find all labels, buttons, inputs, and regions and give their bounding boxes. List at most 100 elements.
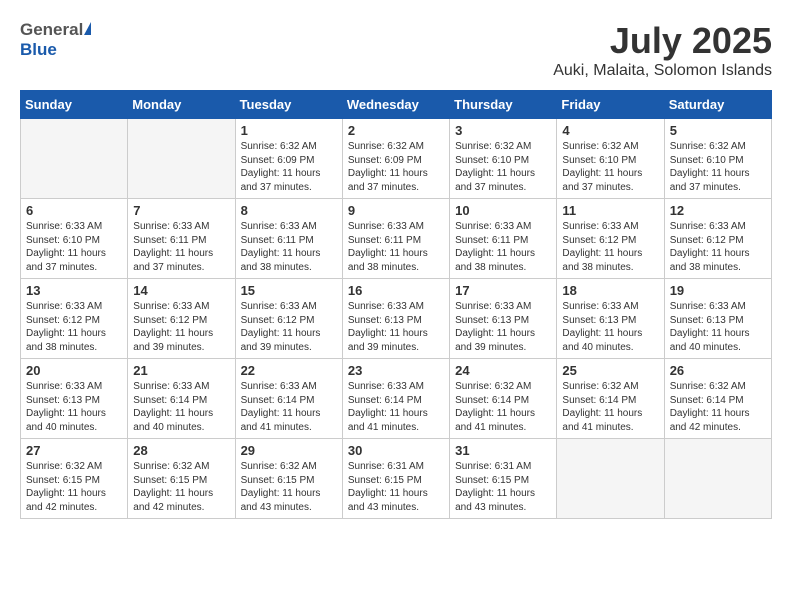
page-header: General Blue July 2025 Auki, Malaita, So… (20, 20, 772, 80)
day-info: Sunrise: 6:32 AM Sunset: 6:15 PM Dayligh… (133, 460, 229, 514)
day-info: Sunrise: 6:32 AM Sunset: 6:10 PM Dayligh… (455, 140, 551, 194)
calendar-day-cell: 3 Sunrise: 6:32 AM Sunset: 6:10 PM Daylig… (450, 119, 557, 199)
day-number: 15 (241, 283, 337, 298)
day-info: Sunrise: 6:33 AM Sunset: 6:12 PM Dayligh… (241, 300, 337, 354)
day-number: 28 (133, 443, 229, 458)
logo-general: General (20, 20, 83, 40)
weekday-header: Sunday (21, 91, 128, 119)
calendar-week-row: 1 Sunrise: 6:32 AM Sunset: 6:09 PM Daylig… (21, 119, 772, 199)
location-title: Auki, Malaita, Solomon Islands (553, 62, 772, 80)
day-number: 7 (133, 203, 229, 218)
calendar-week-row: 20Sunrise: 6:33 AM Sunset: 6:13 PM Dayli… (21, 359, 772, 439)
day-number: 25 (562, 363, 658, 378)
day-number: 13 (26, 283, 122, 298)
day-number: 2 (348, 123, 444, 138)
day-info: Sunrise: 6:33 AM Sunset: 6:13 PM Dayligh… (670, 300, 766, 354)
day-info: Sunrise: 6:33 AM Sunset: 6:14 PM Dayligh… (133, 380, 229, 434)
weekday-header: Tuesday (235, 91, 342, 119)
day-info: Sunrise: 6:33 AM Sunset: 6:13 PM Dayligh… (348, 300, 444, 354)
logo-triangle-icon (84, 22, 91, 35)
day-number: 9 (348, 203, 444, 218)
day-number: 30 (348, 443, 444, 458)
day-info: Sunrise: 6:33 AM Sunset: 6:14 PM Dayligh… (348, 380, 444, 434)
calendar-day-cell: 10 Sunrise: 6:33 AM Sunset: 6:11 PM Dayli… (450, 199, 557, 279)
day-info: Sunrise: 6:33 AM Sunset: 6:12 PM Dayligh… (670, 220, 766, 274)
day-number: 12 (670, 203, 766, 218)
calendar-day-cell: 25 Sunrise: 6:32 AM Sunset: 6:14 PM Dayli… (557, 359, 664, 439)
calendar-day-cell: 30 Sunrise: 6:31 AM Sunset: 6:15 PM Dayli… (342, 439, 449, 519)
day-info: Sunrise: 6:33 AM Sunset: 6:12 PM Dayligh… (133, 300, 229, 354)
calendar-day-cell: 29 Sunrise: 6:32 AM Sunset: 6:15 PM Dayli… (235, 439, 342, 519)
day-info: Sunrise: 6:33 AM Sunset: 6:10 PM Dayligh… (26, 220, 122, 274)
logo-blue: Blue (20, 40, 57, 59)
calendar-day-cell: 5Sunrise: 6:32 AM Sunset: 6:10 PM Daylig… (664, 119, 771, 199)
day-info: Sunrise: 6:31 AM Sunset: 6:15 PM Dayligh… (455, 460, 551, 514)
day-info: Sunrise: 6:33 AM Sunset: 6:11 PM Dayligh… (133, 220, 229, 274)
weekday-header: Wednesday (342, 91, 449, 119)
calendar-day-cell (664, 439, 771, 519)
day-number: 18 (562, 283, 658, 298)
day-number: 1 (241, 123, 337, 138)
day-info: Sunrise: 6:33 AM Sunset: 6:11 PM Dayligh… (455, 220, 551, 274)
day-info: Sunrise: 6:32 AM Sunset: 6:09 PM Dayligh… (348, 140, 444, 194)
day-info: Sunrise: 6:32 AM Sunset: 6:15 PM Dayligh… (241, 460, 337, 514)
day-number: 16 (348, 283, 444, 298)
day-number: 29 (241, 443, 337, 458)
day-number: 3 (455, 123, 551, 138)
day-info: Sunrise: 6:33 AM Sunset: 6:14 PM Dayligh… (241, 380, 337, 434)
calendar-day-cell: 14 Sunrise: 6:33 AM Sunset: 6:12 PM Dayli… (128, 279, 235, 359)
title-area: July 2025 Auki, Malaita, Solomon Islands (553, 20, 772, 80)
day-info: Sunrise: 6:32 AM Sunset: 6:14 PM Dayligh… (670, 380, 766, 434)
day-info: Sunrise: 6:32 AM Sunset: 6:14 PM Dayligh… (455, 380, 551, 434)
day-number: 31 (455, 443, 551, 458)
weekday-header: Saturday (664, 91, 771, 119)
day-number: 10 (455, 203, 551, 218)
day-info: Sunrise: 6:33 AM Sunset: 6:12 PM Dayligh… (26, 300, 122, 354)
day-number: 11 (562, 203, 658, 218)
calendar-week-row: 13 Sunrise: 6:33 AM Sunset: 6:12 PM Dayli… (21, 279, 772, 359)
day-info: Sunrise: 6:32 AM Sunset: 6:10 PM Dayligh… (562, 140, 658, 194)
day-info: Sunrise: 6:32 AM Sunset: 6:14 PM Dayligh… (562, 380, 658, 434)
day-info: Sunrise: 6:32 AM Sunset: 6:09 PM Dayligh… (241, 140, 337, 194)
day-number: 27 (26, 443, 122, 458)
calendar-week-row: 27 Sunrise: 6:32 AM Sunset: 6:15 PM Dayli… (21, 439, 772, 519)
calendar-day-cell: 12 Sunrise: 6:33 AM Sunset: 6:12 PM Dayli… (664, 199, 771, 279)
calendar-table: SundayMondayTuesdayWednesdayThursdayFrid… (20, 90, 772, 519)
day-number: 23 (348, 363, 444, 378)
day-number: 5 (670, 123, 766, 138)
calendar-day-cell: 17Sunrise: 6:33 AM Sunset: 6:13 PM Dayli… (450, 279, 557, 359)
calendar-header-row: SundayMondayTuesdayWednesdayThursdayFrid… (21, 91, 772, 119)
day-number: 22 (241, 363, 337, 378)
calendar-day-cell: 21 Sunrise: 6:33 AM Sunset: 6:14 PM Dayli… (128, 359, 235, 439)
calendar-day-cell: 18Sunrise: 6:33 AM Sunset: 6:13 PM Dayli… (557, 279, 664, 359)
day-number: 20 (26, 363, 122, 378)
day-number: 24 (455, 363, 551, 378)
day-info: Sunrise: 6:33 AM Sunset: 6:12 PM Dayligh… (562, 220, 658, 274)
calendar-day-cell: 1 Sunrise: 6:32 AM Sunset: 6:09 PM Daylig… (235, 119, 342, 199)
calendar-day-cell: 15 Sunrise: 6:33 AM Sunset: 6:12 PM Dayli… (235, 279, 342, 359)
day-number: 21 (133, 363, 229, 378)
weekday-header: Friday (557, 91, 664, 119)
calendar-day-cell: 9Sunrise: 6:33 AM Sunset: 6:11 PM Daylig… (342, 199, 449, 279)
weekday-header: Monday (128, 91, 235, 119)
calendar-day-cell (128, 119, 235, 199)
day-info: Sunrise: 6:33 AM Sunset: 6:11 PM Dayligh… (241, 220, 337, 274)
day-number: 14 (133, 283, 229, 298)
calendar-day-cell: 13 Sunrise: 6:33 AM Sunset: 6:12 PM Dayli… (21, 279, 128, 359)
day-number: 26 (670, 363, 766, 378)
day-info: Sunrise: 6:32 AM Sunset: 6:15 PM Dayligh… (26, 460, 122, 514)
calendar-day-cell: 7 Sunrise: 6:33 AM Sunset: 6:11 PM Daylig… (128, 199, 235, 279)
calendar-day-cell: 4 Sunrise: 6:32 AM Sunset: 6:10 PM Daylig… (557, 119, 664, 199)
calendar-day-cell: 2 Sunrise: 6:32 AM Sunset: 6:09 PM Daylig… (342, 119, 449, 199)
day-number: 17 (455, 283, 551, 298)
calendar-day-cell: 11 Sunrise: 6:33 AM Sunset: 6:12 PM Dayli… (557, 199, 664, 279)
calendar-day-cell: 24 Sunrise: 6:32 AM Sunset: 6:14 PM Dayli… (450, 359, 557, 439)
calendar-week-row: 6Sunrise: 6:33 AM Sunset: 6:10 PM Daylig… (21, 199, 772, 279)
day-number: 4 (562, 123, 658, 138)
calendar-day-cell: 8Sunrise: 6:33 AM Sunset: 6:11 PM Daylig… (235, 199, 342, 279)
day-info: Sunrise: 6:31 AM Sunset: 6:15 PM Dayligh… (348, 460, 444, 514)
logo: General Blue (20, 20, 91, 60)
calendar-day-cell: 19Sunrise: 6:33 AM Sunset: 6:13 PM Dayli… (664, 279, 771, 359)
calendar-day-cell: 23 Sunrise: 6:33 AM Sunset: 6:14 PM Dayli… (342, 359, 449, 439)
calendar-day-cell (21, 119, 128, 199)
